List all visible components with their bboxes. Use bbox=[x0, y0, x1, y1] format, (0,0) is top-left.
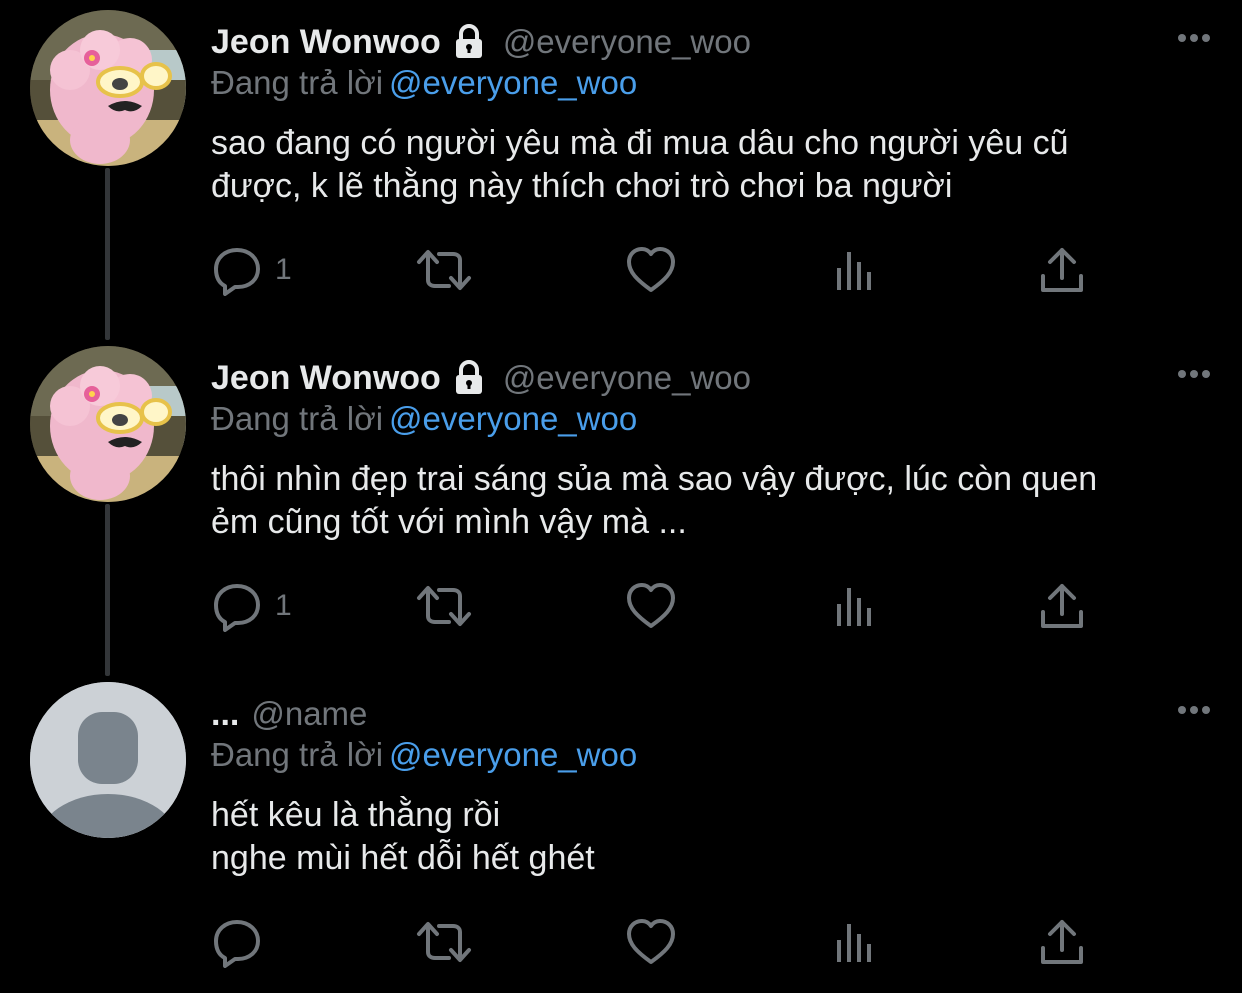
bar-chart-icon bbox=[837, 588, 871, 626]
user-handle[interactable]: @name bbox=[251, 695, 367, 733]
reply-bubble-icon bbox=[214, 584, 260, 632]
retweet-button[interactable] bbox=[415, 912, 473, 972]
like-button[interactable] bbox=[625, 576, 677, 636]
tweet-actions: 1 bbox=[211, 576, 1091, 636]
replying-label: Đang trả lời bbox=[211, 400, 384, 437]
user-handle[interactable]: @everyone_woo bbox=[503, 359, 751, 397]
tweet-text-line: ẻm cũng tốt với mình vậy mà ... bbox=[211, 503, 687, 541]
replying-to: Đang trả lời @everyone_woo bbox=[211, 736, 637, 774]
mention-link[interactable]: @everyone_woo bbox=[389, 400, 637, 437]
retweet-button[interactable] bbox=[415, 240, 473, 300]
user-handle[interactable]: @everyone_woo bbox=[503, 23, 751, 61]
reply-button[interactable] bbox=[211, 912, 275, 972]
avatar-pink-sheep-image bbox=[30, 10, 186, 166]
lock-icon bbox=[451, 24, 487, 60]
retweet-icon bbox=[417, 586, 471, 626]
default-avatar-icon bbox=[30, 682, 186, 838]
avatar[interactable] bbox=[30, 10, 186, 166]
replying-to: Đang trả lời @everyone_woo bbox=[211, 64, 637, 102]
tweet-text: sao đang có người yêu mà đi mua dâu cho … bbox=[211, 122, 1211, 208]
replying-label: Đang trả lời bbox=[211, 64, 384, 101]
heart-icon bbox=[627, 583, 675, 628]
more-horizontal-icon[interactable] bbox=[1176, 26, 1212, 50]
retweet-icon bbox=[417, 922, 471, 962]
tweet-text: thôi nhìn đẹp trai sáng sủa mà sao vậy đ… bbox=[211, 458, 1211, 544]
avatar-pink-sheep-image bbox=[30, 346, 186, 502]
lock-icon bbox=[451, 360, 487, 396]
display-name[interactable]: ... bbox=[211, 695, 239, 734]
tweet-header: ... @name bbox=[211, 694, 367, 734]
display-name[interactable]: Jeon Wonwoo bbox=[211, 23, 441, 62]
tweet[interactable]: ... @name Đang trả lời @everyone_woo hết … bbox=[0, 672, 1242, 993]
avatar[interactable] bbox=[30, 682, 186, 838]
share-button[interactable] bbox=[1039, 912, 1085, 972]
reply-button[interactable]: 1 bbox=[211, 240, 292, 300]
retweet-icon bbox=[417, 250, 471, 290]
more-horizontal-icon[interactable] bbox=[1176, 698, 1212, 722]
tweet-text-line: nghe mùi hết dỗi hết ghét bbox=[211, 839, 595, 877]
share-button[interactable] bbox=[1039, 576, 1085, 636]
retweet-button[interactable] bbox=[415, 576, 473, 636]
heart-icon bbox=[627, 919, 675, 964]
share-upload-icon bbox=[1041, 920, 1083, 964]
like-button[interactable] bbox=[625, 912, 677, 972]
mention-link[interactable]: @everyone_woo bbox=[389, 736, 637, 773]
heart-icon bbox=[627, 247, 675, 292]
tweet-text-line: thôi nhìn đẹp trai sáng sủa mà sao vậy đ… bbox=[211, 460, 1098, 498]
views-button[interactable] bbox=[833, 240, 877, 300]
replying-to: Đang trả lời @everyone_woo bbox=[211, 400, 637, 438]
share-button[interactable] bbox=[1039, 240, 1085, 300]
reply-bubble-icon bbox=[214, 920, 260, 968]
tweet-text-line: được, k lẽ thằng này thích chơi trò chơi… bbox=[211, 167, 953, 205]
tweet[interactable]: Jeon Wonwoo @everyone_woo Đang trả lời @e… bbox=[0, 336, 1242, 672]
like-button[interactable] bbox=[625, 240, 677, 300]
more-horizontal-icon[interactable] bbox=[1176, 362, 1212, 386]
tweet-actions: 1 bbox=[211, 240, 1091, 300]
share-upload-icon bbox=[1041, 584, 1083, 628]
views-button[interactable] bbox=[833, 912, 877, 972]
views-button[interactable] bbox=[833, 576, 877, 636]
tweet-actions bbox=[211, 912, 1091, 972]
reply-bubble-icon bbox=[214, 248, 260, 296]
avatar[interactable] bbox=[30, 346, 186, 502]
tweet-text-line: sao đang có người yêu mà đi mua dâu cho … bbox=[211, 124, 1069, 162]
reply-count: 1 bbox=[275, 253, 292, 286]
share-upload-icon bbox=[1041, 248, 1083, 292]
mention-link[interactable]: @everyone_woo bbox=[389, 64, 637, 101]
tweet-text-line: hết kêu là thằng rồi bbox=[211, 796, 501, 834]
reply-count: 1 bbox=[275, 589, 292, 622]
tweet-header: Jeon Wonwoo @everyone_woo bbox=[211, 22, 751, 62]
bar-chart-icon bbox=[837, 252, 871, 290]
tweet[interactable]: Jeon Wonwoo @everyone_woo Đang trả lời @e… bbox=[0, 0, 1242, 336]
tweet-text: hết kêu là thằng rồi nghe mùi hết dỗi hế… bbox=[211, 794, 1211, 880]
reply-button[interactable]: 1 bbox=[211, 576, 292, 636]
bar-chart-icon bbox=[837, 924, 871, 962]
replying-label: Đang trả lời bbox=[211, 736, 384, 773]
display-name[interactable]: Jeon Wonwoo bbox=[211, 359, 441, 398]
tweet-header: Jeon Wonwoo @everyone_woo bbox=[211, 358, 751, 398]
